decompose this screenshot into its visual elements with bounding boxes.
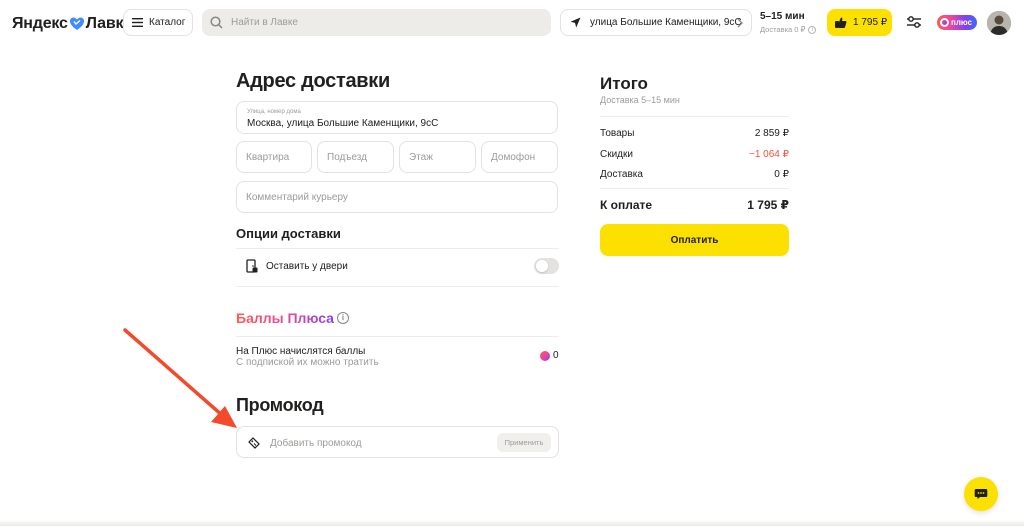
leave-at-door-label: Оставить у двери <box>266 260 348 272</box>
apartment-placeholder: Квартира <box>246 152 290 163</box>
divider <box>600 116 789 117</box>
chevron-right-icon <box>737 18 743 28</box>
street-value: Москва, улица Большие Каменщики, 9сС <box>247 118 439 129</box>
divider <box>600 188 789 189</box>
divider <box>236 248 559 249</box>
ticket-icon <box>248 437 260 449</box>
floor-placeholder: Этаж <box>409 152 433 163</box>
summary-total: К оплате 1 795 ₽ <box>600 198 789 212</box>
summary-row-value: 2 859 ₽ <box>754 128 789 139</box>
plus-label: плюс <box>951 18 973 27</box>
header: Яндекс Лавка Каталог улица Большие Камен… <box>0 0 1024 46</box>
menu-icon <box>132 18 143 27</box>
heart-icon <box>69 17 84 30</box>
apartment-field[interactable]: Квартира <box>236 141 312 173</box>
bottom-edge <box>0 520 1024 526</box>
support-chat-button[interactable] <box>964 477 998 511</box>
summary-subtitle: Доставка 5–15 мин <box>600 95 680 105</box>
catalog-label: Каталог <box>149 17 186 28</box>
search-icon <box>210 16 223 29</box>
cart-hand-icon <box>835 17 847 28</box>
promo-code-field[interactable]: Применить <box>236 426 559 458</box>
settings-sliders-icon[interactable] <box>906 14 922 30</box>
eta-time: 5–15 мин <box>760 11 805 22</box>
pay-button[interactable]: Оплатить <box>600 224 789 256</box>
promo-title: Промокод <box>236 395 324 415</box>
summary-total-value: 1 795 ₽ <box>747 198 789 212</box>
summary-row-label: Доставка <box>600 169 643 180</box>
delivery-eta[interactable]: 5–15 мин Доставка 0 ₽ i <box>760 11 822 34</box>
logo[interactable]: Яндекс Лавка <box>12 14 132 34</box>
courier-comment-field[interactable]: Комментарий курьеру <box>236 181 558 213</box>
promo-code-input[interactable] <box>270 435 490 451</box>
summary-row-delivery: Доставка 0 ₽ <box>600 169 789 180</box>
plus-points-title: Баллы Плюса <box>236 310 334 326</box>
divider <box>236 286 559 287</box>
info-icon[interactable]: i <box>337 312 349 324</box>
plus-points-hint: С подпиской их можно тратить <box>236 357 379 368</box>
location-arrow-icon <box>570 17 581 28</box>
delivery-address-title: Адрес доставки <box>236 70 390 92</box>
plus-badge[interactable]: плюс <box>937 15 977 30</box>
delivery-fee-line: Доставка 0 ₽ i <box>760 25 822 34</box>
summary-row-label: Скидки <box>600 149 633 160</box>
plus-points-note: На Плюс начислятся баллы <box>236 346 366 357</box>
street-label: Улица, номер дома <box>247 109 301 115</box>
summary-row-goods: Товары 2 859 ₽ <box>600 128 789 139</box>
plus-icon <box>940 18 949 27</box>
cart-total: 1 795 ₽ <box>853 17 888 28</box>
user-photo-icon <box>987 11 1011 35</box>
summary-row-value: −1 064 ₽ <box>748 149 789 160</box>
summary-row-value: 0 ₽ <box>774 169 789 180</box>
cart-button[interactable]: 1 795 ₽ <box>827 9 892 36</box>
address-selector[interactable]: улица Большие Каменщики, 9сС <box>560 9 752 36</box>
divider <box>236 336 559 337</box>
plus-coin-icon <box>540 350 550 361</box>
leave-at-door-toggle[interactable] <box>534 258 559 274</box>
search-input[interactable] <box>231 17 531 28</box>
plus-points-amount: 0 <box>540 350 559 361</box>
summary-total-label: К оплате <box>600 198 653 212</box>
search-bar[interactable] <box>202 9 551 36</box>
info-icon[interactable]: i <box>808 25 817 34</box>
summary-row-label: Товары <box>600 128 635 139</box>
apply-promo-button[interactable]: Применить <box>497 433 551 452</box>
door-icon <box>246 259 258 273</box>
catalog-button[interactable]: Каталог <box>123 9 193 36</box>
street-field[interactable]: Улица, номер дома Москва, улица Большие … <box>236 101 558 134</box>
address-text: улица Большие Каменщики, 9сС <box>590 17 742 28</box>
entrance-field[interactable]: Подъезд <box>317 141 394 173</box>
plus-points-value: 0 <box>553 350 559 361</box>
delivery-fee: Доставка 0 ₽ <box>760 25 806 34</box>
entrance-placeholder: Подъезд <box>327 152 367 163</box>
logo-yandex: Яндекс <box>12 15 68 32</box>
chat-icon <box>974 489 988 499</box>
floor-field[interactable]: Этаж <box>399 141 476 173</box>
summary-row-discounts: Скидки −1 064 ₽ <box>600 149 789 160</box>
leave-at-door-option[interactable]: Оставить у двери <box>236 256 559 276</box>
intercom-placeholder: Домофон <box>491 152 536 163</box>
summary-title: Итого <box>600 74 648 93</box>
delivery-options-title: Опции доставки <box>236 226 341 241</box>
courier-comment-placeholder: Комментарий курьеру <box>246 192 348 203</box>
avatar[interactable] <box>987 11 1011 35</box>
annotation-arrow <box>123 328 237 428</box>
intercom-field[interactable]: Домофон <box>481 141 558 173</box>
